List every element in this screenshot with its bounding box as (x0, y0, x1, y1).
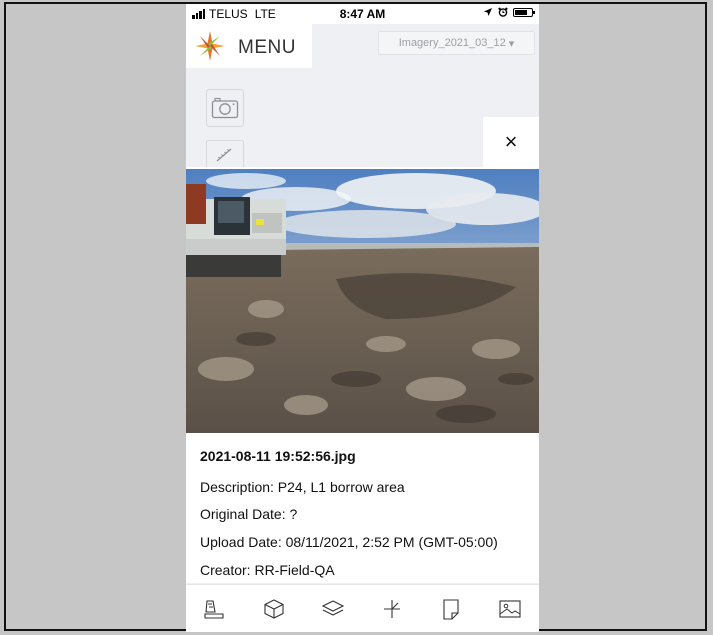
bottom-toolbar (186, 584, 539, 632)
battery-icon (513, 7, 535, 17)
phone-screen: TELUS LTE 8:47 AM MENU Imagery_2021_03_1… (186, 4, 539, 632)
photo-filename: 2021-08-11 19:52:56.jpg (200, 448, 356, 464)
imagery-select[interactable]: Imagery_2021_03_12 ▾ (378, 31, 535, 55)
menu-label: MENU (238, 37, 296, 58)
close-button[interactable]: × (483, 117, 539, 167)
map-button[interactable] (201, 595, 229, 623)
image-icon (498, 599, 521, 618)
status-bar: TELUS LTE 8:47 AM (186, 4, 539, 24)
images-button[interactable] (496, 595, 524, 623)
photo-original-date: Original Date: ? (200, 506, 298, 522)
map-icon (204, 599, 224, 619)
photo-upload-date: Upload Date: 08/11/2021, 2:52 PM (GMT-05… (200, 534, 498, 550)
measure-button[interactable] (378, 595, 406, 623)
layers-button[interactable] (319, 595, 347, 623)
close-icon: × (504, 129, 518, 154)
chevron-down-icon: ▾ (508, 37, 515, 50)
layers-icon (321, 599, 345, 616)
menu-button[interactable]: MENU (186, 24, 312, 68)
measure-icon (383, 599, 400, 618)
photo-creator: Creator: RR-Field-QA (200, 562, 335, 578)
site-photo[interactable] (186, 169, 539, 433)
3d-view-button[interactable] (260, 595, 288, 623)
ruler-icon (216, 148, 232, 161)
photo-description: Description: P24, L1 borrow area (200, 479, 405, 495)
compass-logo-icon (195, 31, 225, 61)
ruler-button[interactable] (206, 140, 244, 168)
status-right (483, 7, 535, 17)
note-icon (443, 598, 459, 620)
notes-button[interactable] (437, 595, 465, 623)
alarm-icon (498, 7, 508, 17)
camera-button[interactable] (206, 89, 244, 127)
photo-details: 2021-08-11 19:52:56.jpg Description: P24… (186, 433, 539, 583)
camera-icon (211, 97, 239, 119)
location-arrow-icon (484, 8, 492, 16)
cube-icon (264, 598, 284, 619)
imagery-select-value: Imagery_2021_03_12 (398, 37, 506, 49)
